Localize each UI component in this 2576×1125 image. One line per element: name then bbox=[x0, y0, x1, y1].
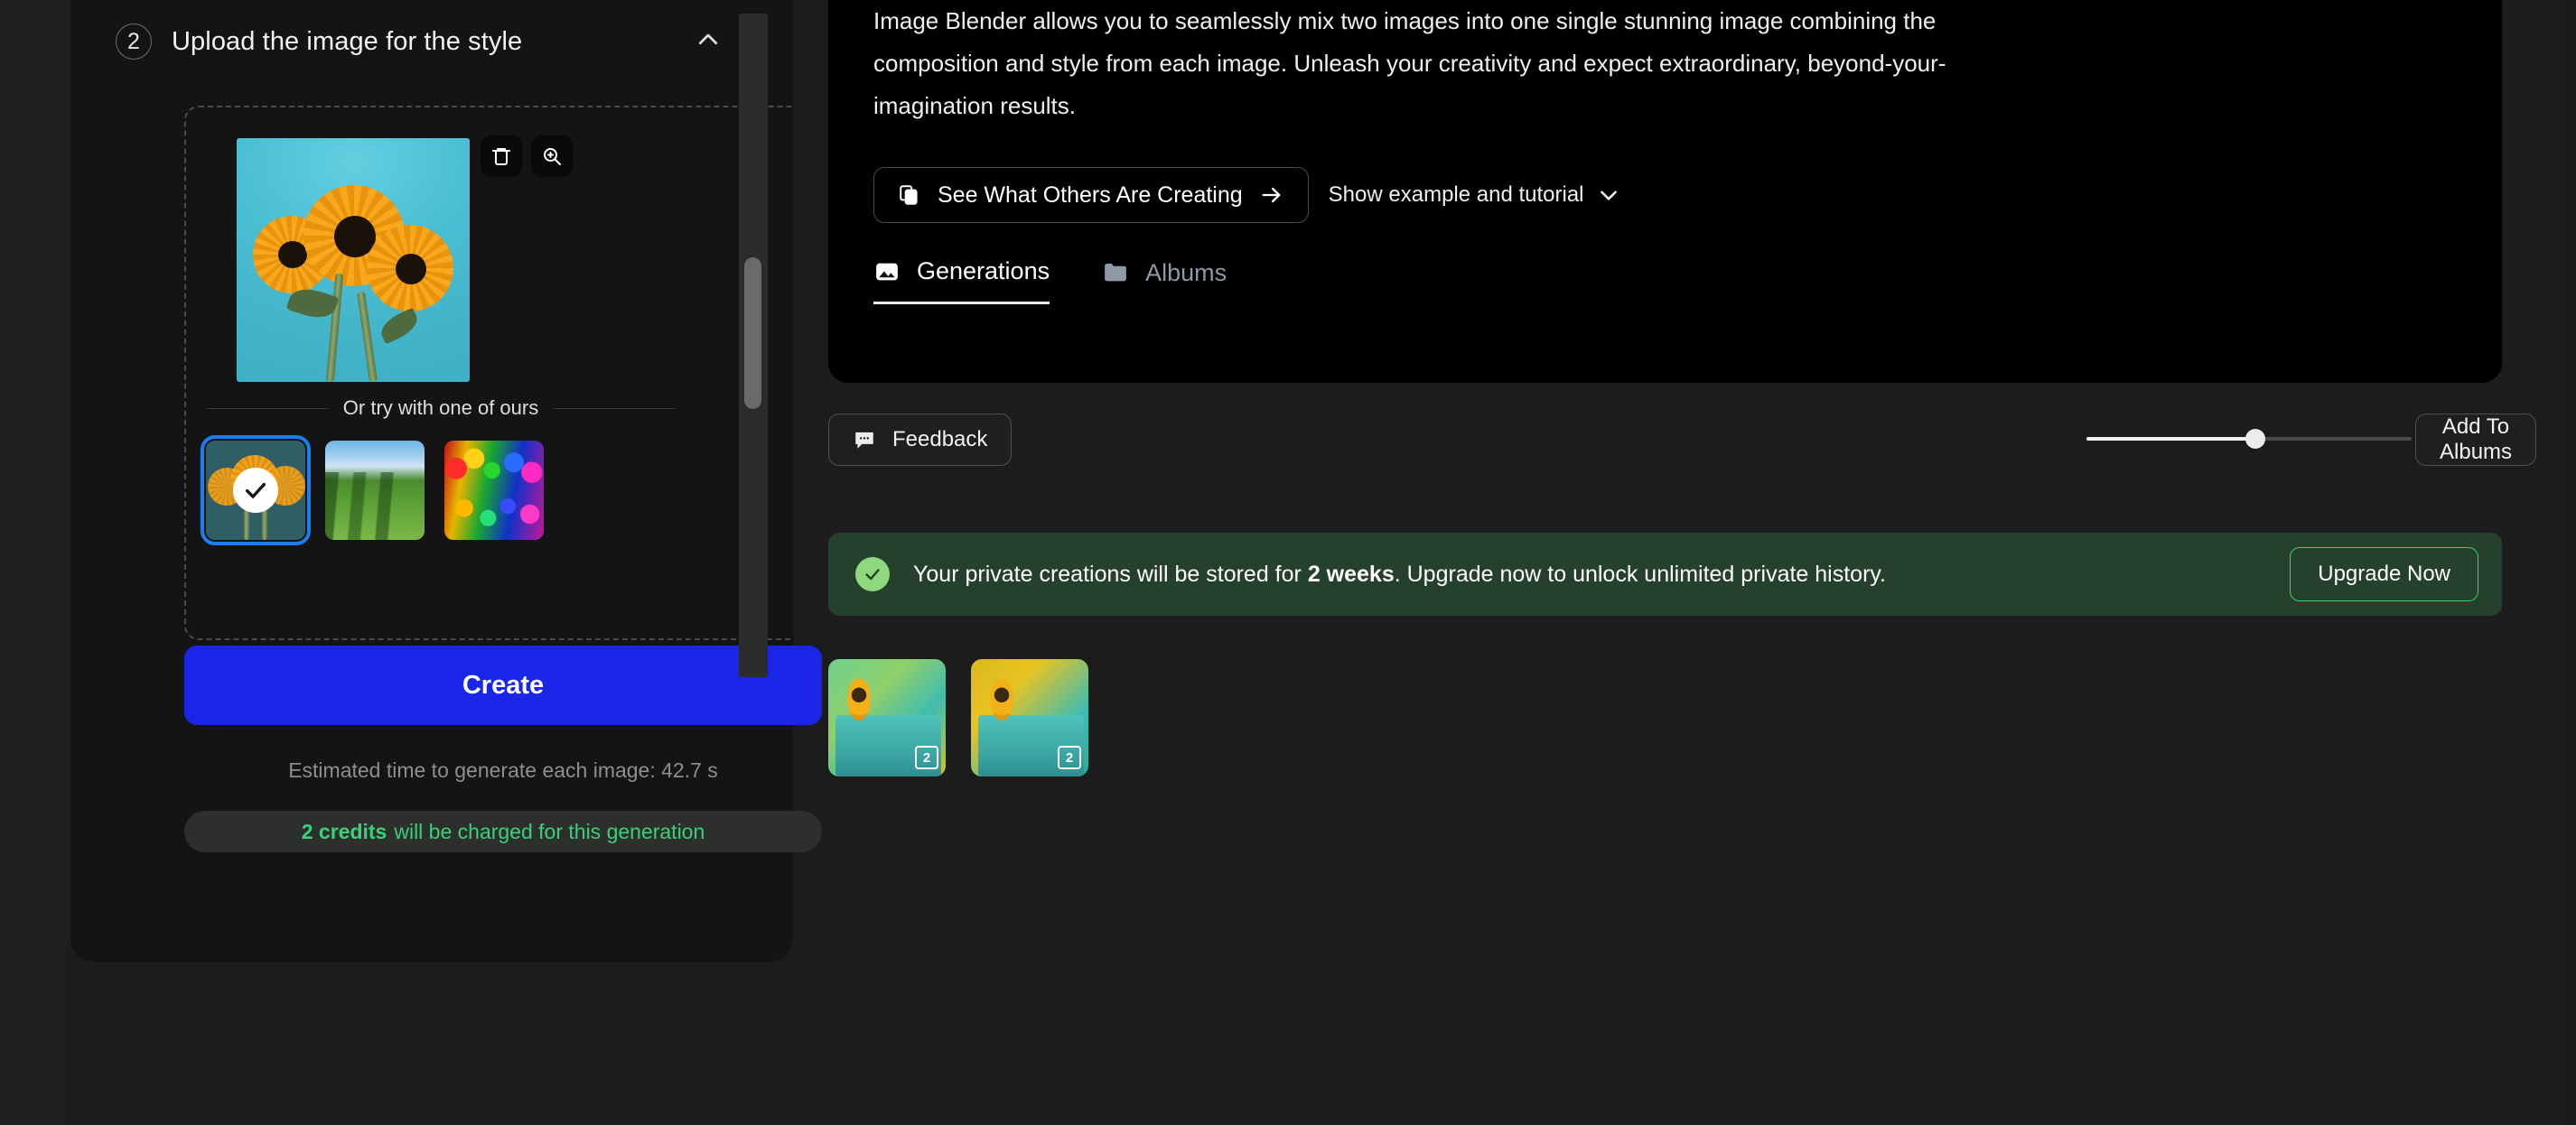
zoom-slider-fill bbox=[2086, 437, 2255, 441]
divider-label: Or try with one of ours bbox=[343, 396, 538, 420]
see-others-row: See What Others Are Creating Show exampl… bbox=[873, 167, 1620, 223]
banner-message: Your private creations will be stored fo… bbox=[913, 562, 1886, 588]
banner-text-before: Your private creations will be stored fo… bbox=[913, 562, 1302, 587]
uploaded-style-image[interactable] bbox=[237, 138, 470, 382]
zoom-slider-track[interactable] bbox=[2086, 437, 2412, 441]
delete-image-button[interactable] bbox=[481, 135, 522, 177]
show-tutorial-label: Show example and tutorial bbox=[1329, 182, 1584, 208]
credits-amount: 2 credits bbox=[302, 820, 387, 844]
content-tabs: Generations Albums bbox=[873, 257, 1227, 304]
check-circle-icon bbox=[855, 557, 890, 591]
credits-notice: 2 credits will be charged for this gener… bbox=[184, 811, 822, 852]
step-title: Upload the image for the style bbox=[172, 27, 522, 57]
divider-line-right bbox=[553, 408, 676, 409]
badge-count: 2 bbox=[923, 750, 930, 766]
uploaded-image-actions bbox=[481, 135, 573, 177]
image-count-badge: 2 bbox=[1058, 746, 1081, 769]
image-icon bbox=[873, 258, 901, 285]
see-what-others-are-creating-button[interactable]: See What Others Are Creating bbox=[873, 167, 1309, 223]
zoom-slider[interactable] bbox=[2086, 421, 2412, 457]
estimated-time-text: Estimated time to generate each image: 4… bbox=[184, 758, 822, 783]
tool-description: Image Blender allows you to seamlessly m… bbox=[873, 0, 2011, 127]
upload-style-card-inner: 2 Upload the image for the style bbox=[70, 0, 793, 962]
banner-duration: 2 weeks bbox=[1308, 562, 1395, 587]
folder-icon bbox=[1102, 259, 1129, 286]
tab-albums-label: Albums bbox=[1145, 259, 1227, 287]
page-scrollbar[interactable] bbox=[2566, 0, 2576, 1125]
sunflower-left-center bbox=[278, 241, 307, 268]
upgrade-now-button[interactable]: Upgrade Now bbox=[2290, 547, 2478, 601]
sample-image-green-valley[interactable] bbox=[325, 441, 425, 540]
tab-generations[interactable]: Generations bbox=[873, 257, 1050, 304]
tab-generations-label: Generations bbox=[917, 257, 1050, 285]
zoom-image-button[interactable] bbox=[531, 135, 573, 177]
step-2-header[interactable]: 2 Upload the image for the style bbox=[116, 16, 748, 67]
check-icon bbox=[233, 468, 278, 513]
add-to-albums-button[interactable]: Add To Albums bbox=[2415, 414, 2536, 466]
tab-albums[interactable]: Albums bbox=[1102, 257, 1227, 304]
banner-text-after: . Upgrade now to unlock unlimited privat… bbox=[1395, 562, 1886, 587]
sample-image-sunflowers[interactable] bbox=[206, 441, 305, 540]
stem-2 bbox=[357, 292, 378, 382]
chevron-up-icon[interactable] bbox=[694, 25, 723, 54]
badge-count: 2 bbox=[1066, 750, 1073, 766]
sample-thumb-art bbox=[325, 441, 425, 540]
chevron-down-icon bbox=[1597, 183, 1620, 207]
sample-images-row bbox=[206, 441, 544, 540]
app-root: 2 Upload the image for the style bbox=[0, 0, 2576, 1125]
copy-images-icon bbox=[898, 183, 921, 207]
generation-card-2[interactable]: 2 bbox=[971, 659, 1088, 776]
sample-thumb-art bbox=[444, 441, 544, 540]
image-count-badge: 2 bbox=[915, 746, 938, 769]
sample-image-rainbow-bokeh[interactable] bbox=[444, 441, 544, 540]
upload-style-card: 2 Upload the image for the style bbox=[70, 0, 793, 962]
see-others-label: See What Others Are Creating bbox=[938, 182, 1243, 209]
left-panel-scrollbar-thumb[interactable] bbox=[744, 257, 761, 409]
stem-1 bbox=[326, 274, 343, 382]
create-button[interactable]: Create bbox=[184, 646, 822, 725]
divider-line-left bbox=[206, 408, 329, 409]
uploaded-image-art bbox=[237, 138, 470, 382]
feedback-label: Feedback bbox=[892, 427, 987, 452]
private-history-banner: Your private creations will be stored fo… bbox=[828, 533, 2502, 616]
step-number-badge: 2 bbox=[116, 23, 152, 60]
tool-info-panel: Image Blender allows you to seamlessly m… bbox=[828, 0, 2502, 383]
chat-bubble-icon bbox=[853, 428, 876, 451]
generation-card-1[interactable]: 2 bbox=[828, 659, 946, 776]
samples-divider: Or try with one of ours bbox=[206, 395, 676, 421]
generations-gallery: 2 2 bbox=[828, 659, 1088, 776]
sunflower-right-center bbox=[396, 254, 426, 284]
arrow-right-icon bbox=[1259, 182, 1284, 208]
leaf-2 bbox=[377, 308, 422, 345]
zoom-slider-thumb[interactable] bbox=[2245, 429, 2265, 449]
show-example-and-tutorial-toggle[interactable]: Show example and tutorial bbox=[1329, 182, 1620, 208]
left-rail bbox=[0, 0, 56, 1125]
left-rail-edge bbox=[56, 0, 70, 1125]
feedback-button[interactable]: Feedback bbox=[828, 414, 1012, 466]
credits-message: will be charged for this generation bbox=[394, 820, 705, 844]
